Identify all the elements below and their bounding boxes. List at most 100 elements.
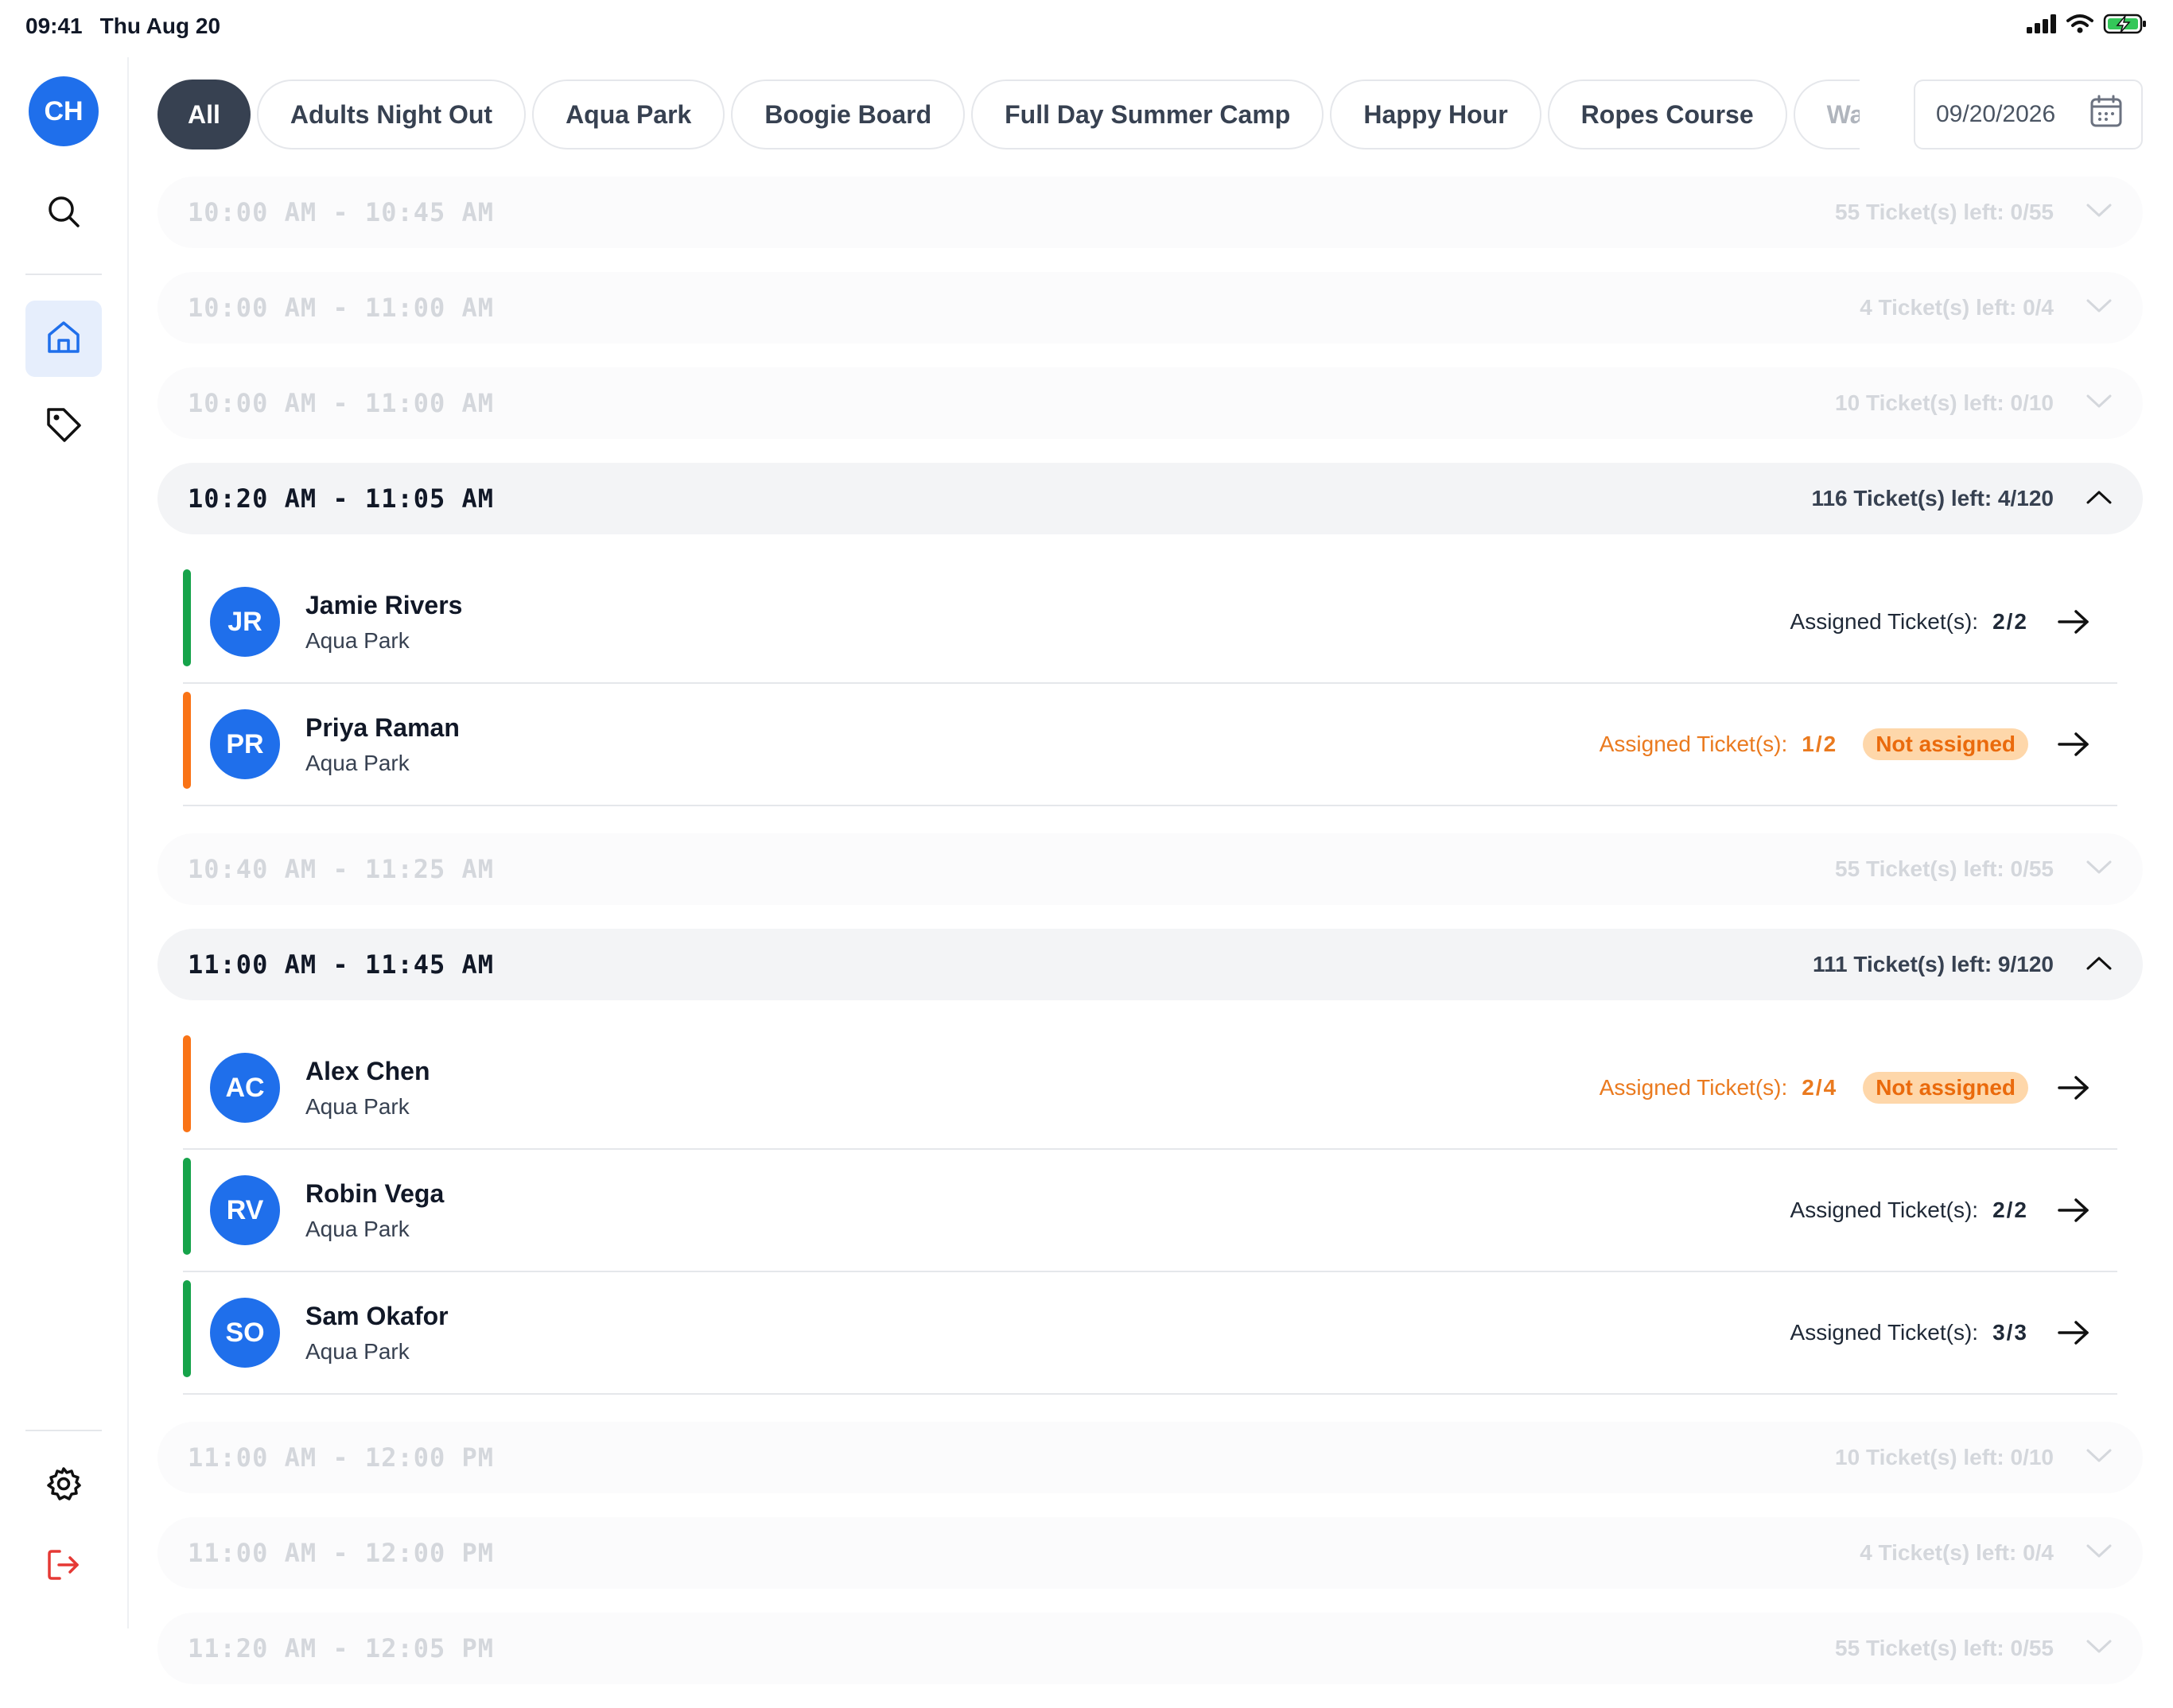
avatar: JR [210, 587, 280, 657]
user-avatar[interactable]: CH [29, 76, 99, 146]
tickets-left: 4 Ticket(s) left: 0/4 [1860, 295, 2054, 320]
time-slot-range: 10:00 AM - 11:00 AM [188, 388, 495, 418]
assigned-tickets: Assigned Ticket(s): 2/2 [1790, 1198, 2028, 1223]
date-value: 09/20/2026 [1936, 101, 2056, 127]
booking-row[interactable]: JR Jamie Rivers Aqua Park Assigned Ticke… [183, 561, 2117, 684]
assigned-tickets-label: Assigned Ticket(s): [1790, 1198, 1979, 1222]
sidebar-item-logout[interactable] [25, 1528, 102, 1605]
status-indicator-complete [183, 1158, 191, 1255]
filter-chip-aqua-park[interactable]: Aqua Park [532, 80, 725, 149]
avatar: RV [210, 1175, 280, 1245]
time-slot-header[interactable]: 11:00 AM - 12:00 PM 4 Ticket(s) left: 0/… [157, 1517, 2143, 1589]
sidebar: CH [0, 57, 129, 1628]
battery-charging-icon [2103, 13, 2148, 41]
activity-filter-bar: All Adults Night Out Aqua Park Boogie Bo… [157, 80, 1860, 149]
assigned-tickets-value: 2/2 [1992, 1198, 2028, 1222]
chevron-down-icon[interactable] [2086, 1543, 2113, 1563]
activity-name: Aqua Park [305, 1093, 410, 1119]
sidebar-item-tickets[interactable] [25, 388, 102, 464]
arrow-right-icon[interactable] [2057, 731, 2090, 758]
arrow-right-icon[interactable] [2057, 1319, 2090, 1346]
booking-row[interactable]: RV Robin Vega Aqua Park Assigned Ticket(… [183, 1150, 2117, 1272]
time-slot-range: 10:20 AM - 11:05 AM [188, 483, 495, 514]
time-slot-range: 10:00 AM - 10:45 AM [188, 197, 495, 227]
calendar-icon [2089, 94, 2124, 135]
status-indicator-incomplete [183, 1035, 191, 1132]
filter-chip-adults-night-out[interactable]: Adults Night Out [256, 80, 527, 149]
booking-list: JR Jamie Rivers Aqua Park Assigned Ticke… [183, 561, 2117, 806]
chevron-down-icon[interactable] [2086, 394, 2113, 413]
filter-chip-all[interactable]: All [157, 80, 251, 149]
filter-chip-ropes-course[interactable]: Ropes Course [1547, 80, 1787, 149]
sidebar-item-search[interactable] [25, 175, 102, 251]
time-slot-header[interactable]: 11:20 AM - 12:05 PM 55 Ticket(s) left: 0… [157, 1613, 2143, 1684]
arrow-right-icon[interactable] [2057, 1074, 2090, 1101]
arrow-right-icon[interactable] [2057, 1197, 2090, 1224]
avatar: SO [210, 1298, 280, 1368]
activity-name: Aqua Park [305, 750, 410, 775]
booking-row[interactable]: AC Alex Chen Aqua Park Assigned Ticket(s… [183, 1027, 2117, 1150]
booking-row[interactable]: PR Priya Raman Aqua Park Assigned Ticket… [183, 684, 2117, 806]
filter-chip-boogie-board[interactable]: Boogie Board [731, 80, 966, 149]
time-slot-header[interactable]: 10:40 AM - 11:25 AM 55 Ticket(s) left: 0… [157, 833, 2143, 905]
search-icon [46, 194, 81, 233]
tickets-left: 55 Ticket(s) left: 0/55 [1835, 200, 2054, 224]
tickets-left: 55 Ticket(s) left: 0/55 [1835, 1636, 2054, 1660]
assigned-tickets-label: Assigned Ticket(s): [1790, 1320, 1979, 1345]
tickets-left: 10 Ticket(s) left: 0/10 [1835, 390, 2054, 415]
booking-row[interactable]: SO Sam Okafor Aqua Park Assigned Ticket(… [183, 1272, 2117, 1395]
not-assigned-badge: Not assigned [1863, 728, 2028, 760]
sidebar-item-home[interactable] [25, 301, 102, 377]
sidebar-divider-bottom [25, 1430, 102, 1431]
time-slot-range: 10:00 AM - 11:00 AM [188, 293, 495, 323]
activity-name: Aqua Park [305, 627, 410, 653]
time-slot-header-expanded[interactable]: 10:20 AM - 11:05 AM 116 Ticket(s) left: … [157, 463, 2143, 534]
time-slot-header[interactable]: 11:00 AM - 12:00 PM 10 Ticket(s) left: 0… [157, 1422, 2143, 1493]
avatar: AC [210, 1053, 280, 1123]
tag-icon [45, 406, 83, 448]
assigned-tickets: Assigned Ticket(s): 2/2 [1790, 609, 2028, 635]
filter-chip-happy-hour[interactable]: Happy Hour [1330, 80, 1541, 149]
chevron-up-icon[interactable] [2086, 955, 2113, 975]
chevron-down-icon[interactable] [2086, 1448, 2113, 1468]
filter-chip-full-day-summer-camp[interactable]: Full Day Summer Camp [971, 80, 1324, 149]
assigned-tickets-label: Assigned Ticket(s): [1599, 1075, 1788, 1100]
time-slot-list: 10:00 AM - 10:45 AM 55 Ticket(s) left: 0… [157, 177, 2143, 1708]
assigned-tickets-value: 3/3 [1992, 1320, 2028, 1345]
chevron-down-icon[interactable] [2086, 298, 2113, 318]
cellular-signal-icon [2027, 14, 2057, 39]
assigned-tickets: Assigned Ticket(s): 1/2 [1600, 732, 1837, 757]
status-indicator-complete [183, 569, 191, 666]
activity-name: Aqua Park [305, 1338, 410, 1364]
time-slot-header[interactable]: 10:00 AM - 10:45 AM 55 Ticket(s) left: 0… [157, 177, 2143, 248]
customer-name: Robin Vega [305, 1178, 445, 1208]
assigned-tickets-value: 2/4 [1802, 1075, 1838, 1100]
time-slot-range: 11:00 AM - 12:00 PM [188, 1538, 495, 1568]
sidebar-item-settings[interactable] [25, 1447, 102, 1524]
logout-icon [45, 1547, 82, 1587]
customer-name: Jamie Rivers [305, 590, 463, 619]
chevron-down-icon[interactable] [2086, 1639, 2113, 1659]
wifi-icon [2066, 14, 2093, 40]
assigned-tickets: Assigned Ticket(s): 3/3 [1790, 1320, 2028, 1345]
customer-name: Sam Okafor [305, 1301, 449, 1330]
booking-list: AC Alex Chen Aqua Park Assigned Ticket(s… [183, 1027, 2117, 1395]
time-slot-range: 11:00 AM - 12:00 PM [188, 1442, 495, 1473]
gear-icon [45, 1465, 82, 1506]
status-bar: 09:41 Thu Aug 20 [0, 0, 2173, 52]
time-slot-header-expanded[interactable]: 11:00 AM - 11:45 AM 111 Ticket(s) left: … [157, 929, 2143, 1000]
time-slot-header[interactable]: 10:00 AM - 11:00 AM 4 Ticket(s) left: 0/… [157, 272, 2143, 344]
tickets-left: 4 Ticket(s) left: 0/4 [1860, 1540, 2054, 1565]
date-picker[interactable]: 09/20/2026 [1914, 80, 2143, 149]
assigned-tickets-value: 1/2 [1802, 732, 1838, 756]
chevron-down-icon[interactable] [2086, 860, 2113, 879]
chevron-down-icon[interactable] [2086, 203, 2113, 223]
filter-chip-wake[interactable]: Wak [1793, 80, 1860, 149]
chevron-up-icon[interactable] [2086, 489, 2113, 509]
activity-name: Aqua Park [305, 1216, 410, 1241]
status-time: 09:41 [25, 14, 83, 38]
time-slot-header[interactable]: 10:00 AM - 11:00 AM 10 Ticket(s) left: 0… [157, 367, 2143, 439]
customer-name: Priya Raman [305, 712, 460, 742]
arrow-right-icon[interactable] [2057, 608, 2090, 635]
not-assigned-badge: Not assigned [1863, 1072, 2028, 1104]
